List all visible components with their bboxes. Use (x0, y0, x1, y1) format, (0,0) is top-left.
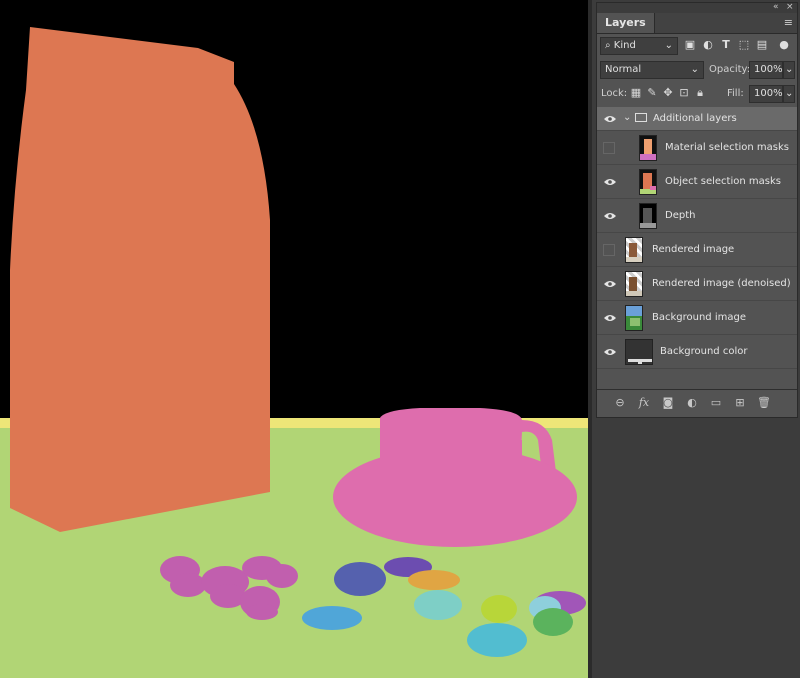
fill-label: Fill: (727, 88, 744, 99)
folder-icon (635, 113, 647, 122)
eye-icon[interactable] (603, 267, 617, 300)
layer-thumbnail (625, 339, 653, 365)
layer-name: Background image (652, 312, 746, 323)
layers-footer: ⊖ fx ◙ ◐ ▭ ⊞ 🗑︎ (597, 389, 797, 416)
collapse-icon[interactable]: « (773, 2, 779, 12)
bean-lime (481, 595, 517, 623)
layer-background-color[interactable]: Background color (597, 335, 797, 369)
lock-transparency-icon[interactable]: ▦ (629, 85, 643, 101)
fx-icon[interactable]: fx (635, 395, 653, 411)
layer-thumbnail (639, 169, 657, 195)
layer-group-additional[interactable]: ⌄ Additional layers (597, 107, 797, 131)
lock-brush-icon[interactable]: ✎ (645, 85, 659, 101)
panel-dock: « × Layers ≡ ⌕ Kind ⌄ ▣ ◐ T ⬚ ▤ ● Normal… (592, 0, 800, 678)
fill-chevron-icon[interactable]: ⌄ (783, 85, 795, 103)
panel-topbar: « × (597, 2, 797, 13)
layer-background-image[interactable]: Background image (597, 301, 797, 335)
opacity-label: Opacity: (709, 64, 751, 75)
blend-row: Normal ⌄ Opacity: 100% ⌄ (597, 61, 797, 79)
filter-row: ⌕ Kind ⌄ ▣ ◐ T ⬚ ▤ ● (597, 37, 797, 55)
eye-icon[interactable] (603, 301, 617, 334)
eye-icon[interactable] (603, 107, 617, 130)
eye-icon[interactable] (603, 199, 617, 232)
layer-name: Material selection masks (665, 142, 790, 153)
bean-green (533, 608, 573, 636)
filter-kind-select[interactable]: ⌕ Kind ⌄ (600, 37, 678, 55)
tab-layers[interactable]: Layers (597, 13, 655, 33)
layer-name: Additional layers (653, 113, 737, 124)
bean-lightblue (302, 606, 362, 630)
panel-menu-icon[interactable]: ≡ (784, 16, 793, 29)
mask-image (0, 0, 592, 678)
bean-orange (408, 570, 460, 590)
new-layer-icon[interactable]: ⊞ (731, 395, 749, 411)
chevron-down-icon: ⌄ (690, 64, 699, 75)
layer-name: Background color (660, 346, 748, 357)
filter-kind-label: Kind (613, 40, 636, 51)
layers-panel: « × Layers ≡ ⌕ Kind ⌄ ▣ ◐ T ⬚ ▤ ● Normal… (596, 2, 798, 418)
opacity-chevron-icon[interactable]: ⌄ (783, 61, 795, 79)
eye-icon[interactable] (603, 335, 617, 368)
visibility-toggle[interactable] (603, 142, 615, 154)
trash-icon[interactable]: 🗑︎ (755, 395, 773, 411)
layer-object-selection-masks[interactable]: Object selection masks (597, 165, 797, 199)
layer-rendered-image[interactable]: Rendered image (597, 233, 797, 267)
bag-shape (10, 27, 270, 532)
pixel-filter-icon[interactable]: ▣ (683, 37, 697, 53)
mask-icon[interactable]: ◙ (659, 395, 677, 411)
layer-material-selection-masks[interactable]: Material selection masks (597, 131, 797, 165)
opacity-input[interactable]: 100% (749, 61, 783, 79)
blend-mode-select[interactable]: Normal ⌄ (600, 61, 704, 79)
close-icon[interactable]: × (786, 2, 794, 12)
layer-name: Depth (665, 210, 696, 221)
lock-artboard-icon[interactable]: ⊡ (677, 85, 691, 101)
link-icon[interactable]: ⊖ (611, 395, 629, 411)
smart-object-filter-icon[interactable]: ▤ (755, 37, 769, 53)
shape-filter-icon[interactable]: ⬚ (737, 37, 751, 53)
layer-thumbnail (625, 305, 643, 331)
eye-icon[interactable] (603, 165, 617, 198)
lock-position-icon[interactable]: ✥ (661, 85, 675, 101)
adjustment-filter-icon[interactable]: ◐ (701, 37, 715, 53)
bean-cyan (467, 623, 527, 657)
lock-all-icon[interactable]: 🔒︎ (693, 85, 707, 101)
bean-teal-light (414, 590, 462, 620)
lock-row: Lock: ▦ ✎ ✥ ⊡ 🔒︎ Fill: 100% ⌄ (597, 85, 797, 103)
adjustment-icon[interactable]: ◐ (683, 395, 701, 411)
layer-rendered-image-denoised[interactable]: Rendered image (denoised) (597, 267, 797, 301)
fill-input[interactable]: 100% (749, 85, 783, 103)
chevron-down-icon: ⌄ (664, 40, 673, 51)
blend-mode-value: Normal (605, 64, 642, 75)
layer-name: Object selection masks (665, 176, 781, 187)
search-icon: ⌕ (605, 40, 614, 51)
layer-depth[interactable]: Depth (597, 199, 797, 233)
document-canvas[interactable] (0, 0, 592, 678)
layer-thumbnail (639, 135, 657, 161)
layer-thumbnail (625, 271, 643, 297)
chevron-down-icon[interactable]: ⌄ (623, 112, 631, 123)
layer-name: Rendered image (denoised) (652, 278, 791, 289)
filter-toggle-icon[interactable]: ● (777, 37, 791, 53)
bean-blue (334, 562, 386, 596)
lock-label: Lock: (601, 88, 628, 99)
layer-thumbnail (639, 203, 657, 229)
layer-name: Rendered image (652, 244, 735, 255)
layer-thumbnail (625, 237, 643, 263)
type-filter-icon[interactable]: T (719, 37, 733, 53)
panel-tab-row: Layers ≡ (597, 13, 797, 34)
visibility-toggle[interactable] (603, 244, 615, 256)
folder-icon[interactable]: ▭ (707, 395, 725, 411)
